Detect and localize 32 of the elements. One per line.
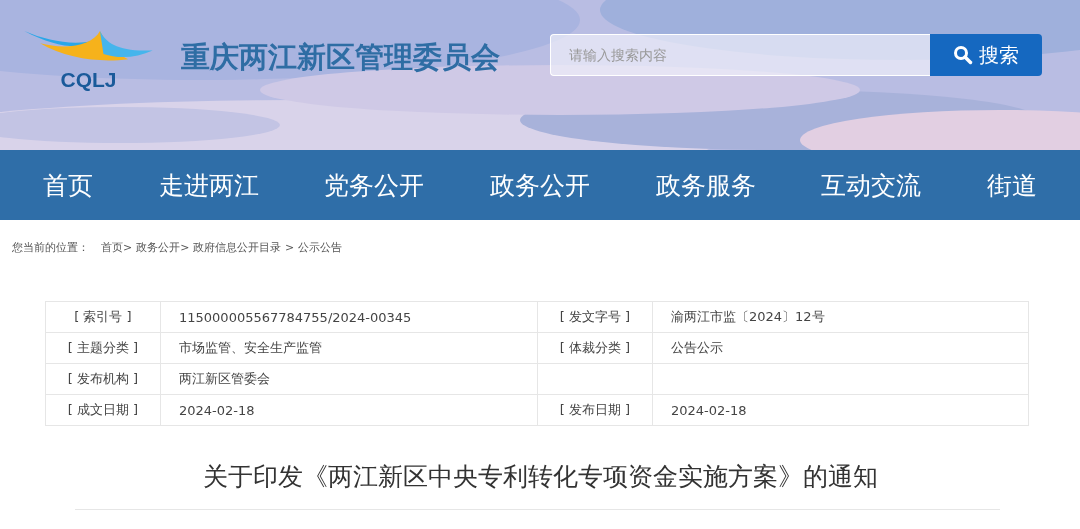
breadcrumb-link[interactable]: 公示公告: [298, 240, 343, 255]
nav-item[interactable]: 党务公开: [324, 168, 425, 202]
search-button[interactable]: 搜索: [930, 34, 1042, 76]
table-cell: [ 成文日期 ]: [45, 394, 161, 426]
nav-item[interactable]: 街道: [987, 168, 1038, 202]
table-cell: [ 发文字号 ]: [537, 301, 653, 333]
breadcrumb-link[interactable]: 首页>: [101, 240, 133, 255]
table-cell: 市场监管、安全生产监管: [160, 332, 538, 364]
site-title: 重庆两江新区管理委员会: [181, 39, 500, 76]
nav-item[interactable]: 政务服务: [655, 168, 756, 202]
nav-item[interactable]: 走进两江: [158, 168, 259, 202]
nav-item[interactable]: 首页: [42, 168, 93, 202]
table-cell: 公告公示: [652, 332, 1029, 364]
article-title: 关于印发《两江新区中央专利转化专项资金实施方案》的通知: [201, 461, 879, 493]
table-cell: 115000005567784755/2024-00345: [160, 301, 538, 333]
breadcrumb-link[interactable]: 政府信息公开目录 >: [193, 240, 295, 255]
search-icon: [953, 45, 973, 65]
table-cell: [ 主题分类 ]: [45, 332, 161, 364]
breadcrumb-label: 您当前的位置：: [12, 240, 89, 255]
breadcrumb-link[interactable]: 政务公开>: [136, 240, 190, 255]
nav-item[interactable]: 政务公开: [489, 168, 590, 202]
table-cell: [ 索引号 ]: [45, 301, 161, 333]
table-cell: 2024-02-18: [160, 394, 538, 426]
logo-text: CQLJ: [60, 68, 117, 92]
table-cell: 2024-02-18: [652, 394, 1029, 426]
table-cell: [ 发布日期 ]: [537, 394, 653, 426]
table-cell: 渝两江市监〔2024〕12号: [652, 301, 1029, 333]
nav-item[interactable]: 互动交流: [821, 168, 922, 202]
table-cell: 两江新区管委会: [160, 363, 538, 395]
table-cell: [ 体裁分类 ]: [537, 332, 653, 364]
search-field[interactable]: 请输入搜索内容: [550, 34, 930, 76]
table-cell: [ 发布机构 ]: [45, 363, 161, 395]
